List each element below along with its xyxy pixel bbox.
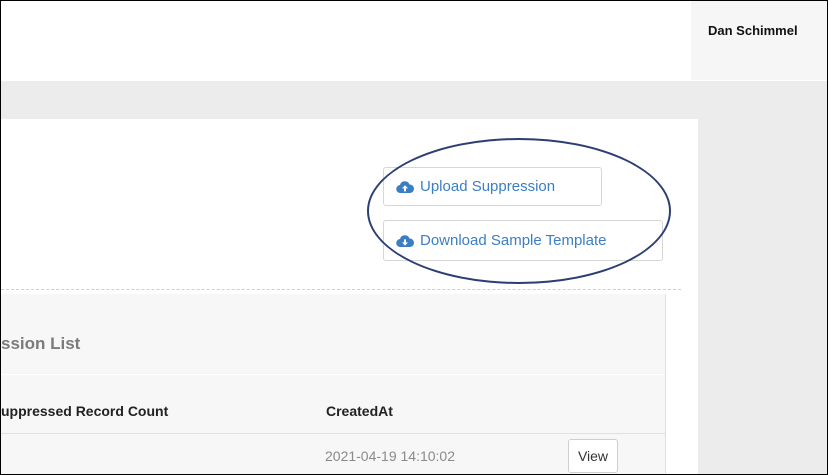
upload-suppression-button[interactable]: Upload Suppression [383, 167, 602, 206]
download-sample-template-button[interactable]: Download Sample Template [383, 220, 663, 261]
user-menu-area[interactable] [691, 1, 827, 80]
section-divider [1, 289, 681, 290]
right-gutter [698, 81, 827, 474]
view-button[interactable]: View [568, 439, 618, 473]
column-header-record-count: uppressed Record Count [1, 403, 169, 419]
card-header-separator [1, 374, 665, 375]
column-header-created-at: CreatedAt [326, 403, 393, 419]
user-name[interactable]: Dan Schimmel [708, 23, 798, 38]
cloud-download-icon [396, 234, 414, 247]
upload-suppression-label: Upload Suppression [420, 178, 556, 195]
download-sample-template-label: Download Sample Template [420, 232, 607, 249]
created-at-cell: 2021-04-19 14:10:02 [325, 448, 455, 464]
app-window: Dan Schimmel Upload Suppression Download… [0, 0, 828, 475]
cloud-upload-icon [396, 180, 414, 193]
table-row-separator [1, 433, 665, 434]
suppression-list-title: ssion List [1, 334, 81, 353]
